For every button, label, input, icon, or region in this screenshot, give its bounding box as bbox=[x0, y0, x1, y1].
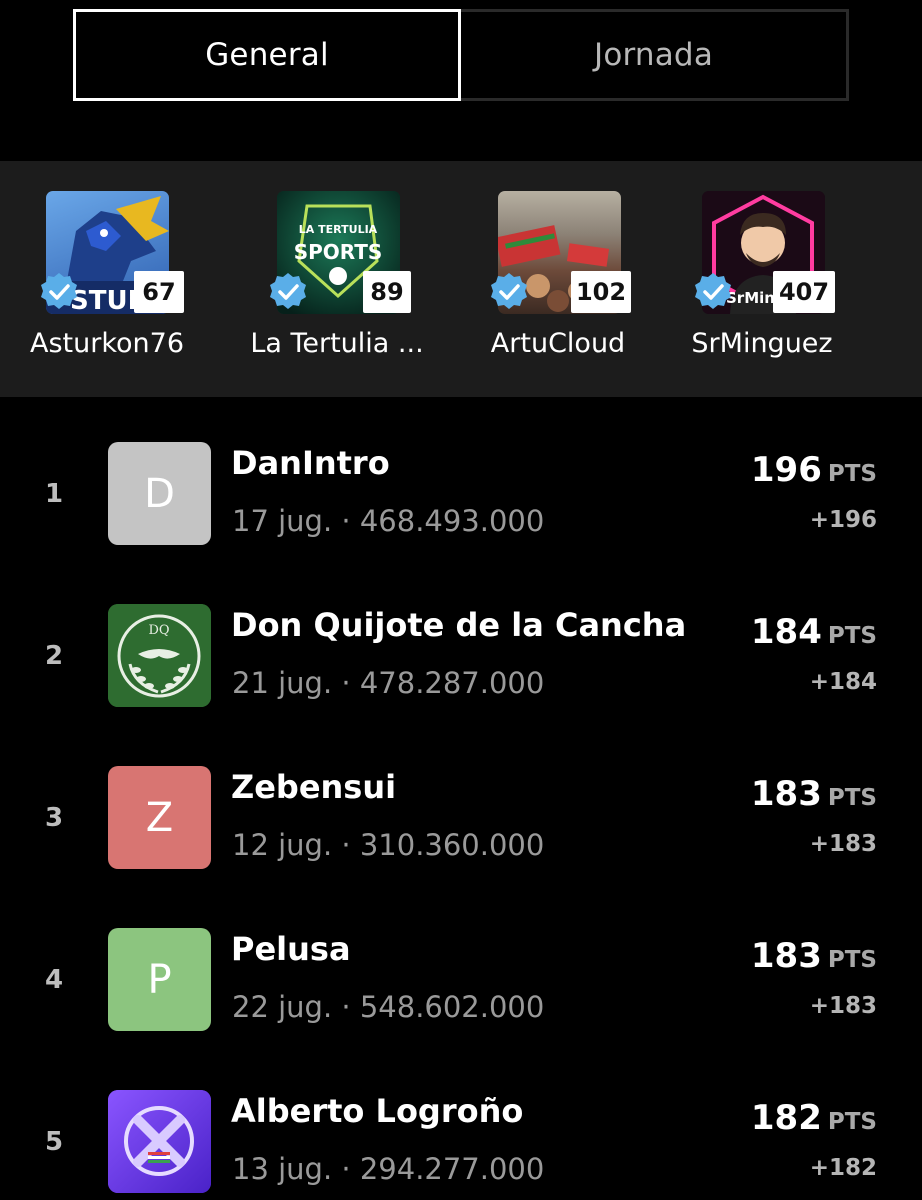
rank-number: 3 bbox=[44, 803, 64, 833]
featured-item[interactable]: LA TERTULIA SPORTS 89 La Tertulia ... bbox=[237, 191, 437, 391]
laurel-crest-icon: DQ bbox=[108, 604, 211, 707]
table-row[interactable]: 2 DQ Don Quijote de la Cancha 21 jug. · … bbox=[0, 594, 922, 756]
purple-x-logo-icon bbox=[108, 1090, 211, 1193]
points-value: 196 bbox=[750, 450, 822, 490]
rank-number: 5 bbox=[44, 1127, 64, 1157]
featured-item[interactable]: STURK 67 Asturkon76 bbox=[7, 191, 207, 391]
points-delta: +182 bbox=[809, 1155, 877, 1181]
team-details: 21 jug. · 478.287.000 bbox=[232, 666, 545, 700]
rank-number: 4 bbox=[44, 965, 64, 995]
points-value: 183 bbox=[750, 774, 822, 814]
team-details: 17 jug. · 468.493.000 bbox=[232, 504, 545, 538]
avatar: P bbox=[108, 928, 211, 1031]
verified-icon bbox=[491, 273, 527, 309]
points-value: 183 bbox=[750, 936, 822, 976]
rank-number: 1 bbox=[44, 479, 64, 509]
points-value: 184 bbox=[750, 612, 822, 652]
featured-name: SrMinguez bbox=[691, 328, 833, 359]
points: 196 PTS bbox=[751, 450, 877, 490]
avatar bbox=[108, 1090, 211, 1193]
avatar: D bbox=[108, 442, 211, 545]
team-details: 13 jug. · 294.277.000 bbox=[232, 1152, 545, 1186]
points-delta: +184 bbox=[809, 669, 877, 695]
tab-bar: General Jornada bbox=[73, 9, 849, 101]
tab-jornada[interactable]: Jornada bbox=[461, 9, 849, 101]
table-row[interactable]: 5 Alberto Logroño 13 jug. · 294.277.000 … bbox=[0, 1080, 922, 1200]
avatar: Z bbox=[108, 766, 211, 869]
team-details: 12 jug. · 310.360.000 bbox=[232, 828, 545, 862]
verified-icon bbox=[41, 273, 77, 309]
table-row[interactable]: 3 Z Zebensui 12 jug. · 310.360.000 183 PT… bbox=[0, 756, 922, 918]
thumb-text-top: LA TERTULIA bbox=[299, 223, 378, 236]
team-name: Alberto Logroño bbox=[231, 1092, 524, 1130]
team-details: 22 jug. · 548.602.000 bbox=[232, 990, 545, 1024]
team-name: Zebensui bbox=[231, 768, 397, 806]
count-badge: 102 bbox=[571, 271, 631, 313]
points-unit: PTS bbox=[827, 785, 877, 811]
featured-name: Asturkon76 bbox=[30, 328, 184, 359]
featured-item[interactable]: SrMing 407 SrMinguez bbox=[662, 191, 862, 391]
points-value: 182 bbox=[750, 1098, 822, 1138]
thumb-text: SPORTS bbox=[294, 240, 383, 264]
avatar-initial: D bbox=[144, 470, 175, 517]
points: 184 PTS bbox=[751, 612, 877, 652]
verified-icon bbox=[270, 273, 306, 309]
points: 182 PTS bbox=[751, 1098, 877, 1138]
featured-name: ArtuCloud bbox=[490, 328, 626, 359]
points: 183 PTS bbox=[751, 774, 877, 814]
table-row[interactable]: 4 P Pelusa 22 jug. · 548.602.000 183 PTS … bbox=[0, 918, 922, 1080]
featured-item[interactable]: 102 ArtuCloud bbox=[458, 191, 658, 391]
tab-general[interactable]: General bbox=[73, 9, 461, 101]
team-name: DanIntro bbox=[231, 444, 390, 482]
table-row[interactable]: 1 D DanIntro 17 jug. · 468.493.000 196 PT… bbox=[0, 432, 922, 594]
team-name: Pelusa bbox=[231, 930, 351, 968]
verified-icon bbox=[695, 273, 731, 309]
points-unit: PTS bbox=[827, 947, 877, 973]
points-unit: PTS bbox=[827, 623, 877, 649]
featured-name: La Tertulia ... bbox=[250, 328, 424, 359]
points-unit: PTS bbox=[827, 461, 877, 487]
team-name: Don Quijote de la Cancha bbox=[231, 606, 687, 644]
avatar-initial: Z bbox=[145, 794, 174, 841]
rank-number: 2 bbox=[44, 641, 64, 671]
featured-strip: STURK 67 Asturkon76 LA TERTULIA SPORTS 8… bbox=[0, 161, 922, 397]
points: 183 PTS bbox=[751, 936, 877, 976]
count-badge: 89 bbox=[363, 271, 411, 313]
avatar-initial: P bbox=[147, 956, 172, 1003]
points-delta: +183 bbox=[809, 831, 877, 857]
crest-text: DQ bbox=[148, 623, 169, 638]
count-badge: 407 bbox=[773, 271, 835, 313]
points-delta: +196 bbox=[809, 507, 877, 533]
points-unit: PTS bbox=[827, 1109, 877, 1135]
avatar: DQ bbox=[108, 604, 211, 707]
count-badge: 67 bbox=[134, 271, 184, 313]
points-delta: +183 bbox=[809, 993, 877, 1019]
